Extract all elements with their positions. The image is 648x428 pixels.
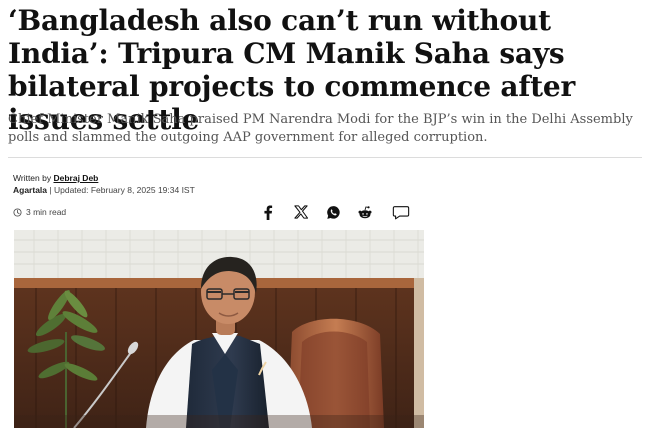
- article-hero-image: [14, 230, 424, 428]
- whatsapp-icon: [326, 205, 341, 220]
- author-link[interactable]: Debraj Deb: [53, 173, 98, 183]
- article-summary: Chief Minister Manik Saha praised PM Nar…: [8, 112, 633, 145]
- facebook-share-button[interactable]: [259, 203, 277, 221]
- reddit-share-button[interactable]: [356, 203, 374, 221]
- hero-photo: [14, 230, 424, 428]
- comment-icon: [392, 205, 410, 220]
- x-share-button[interactable]: [292, 203, 310, 221]
- byline: Written by Debraj Deb: [13, 172, 98, 184]
- article-page: ‘Bangladesh also can’t run without India…: [0, 0, 648, 428]
- byline-separator: |: [49, 185, 52, 195]
- x-icon: [294, 205, 308, 219]
- read-time-text: 3 min read: [26, 207, 67, 217]
- comment-button[interactable]: [392, 203, 410, 221]
- header-divider: [8, 157, 642, 158]
- facebook-icon: [263, 204, 273, 220]
- read-time: 3 min read: [13, 205, 66, 219]
- article-location: Agartala: [13, 185, 48, 195]
- written-by-label: Written by: [13, 173, 52, 183]
- updated-timestamp: Updated: February 8, 2025 19:34 IST: [53, 185, 195, 195]
- whatsapp-share-button[interactable]: [324, 203, 342, 221]
- reddit-icon: [357, 205, 373, 220]
- clock-icon: [13, 207, 22, 217]
- location-update-line: Agartala | Updated: February 8, 2025 19:…: [13, 184, 195, 196]
